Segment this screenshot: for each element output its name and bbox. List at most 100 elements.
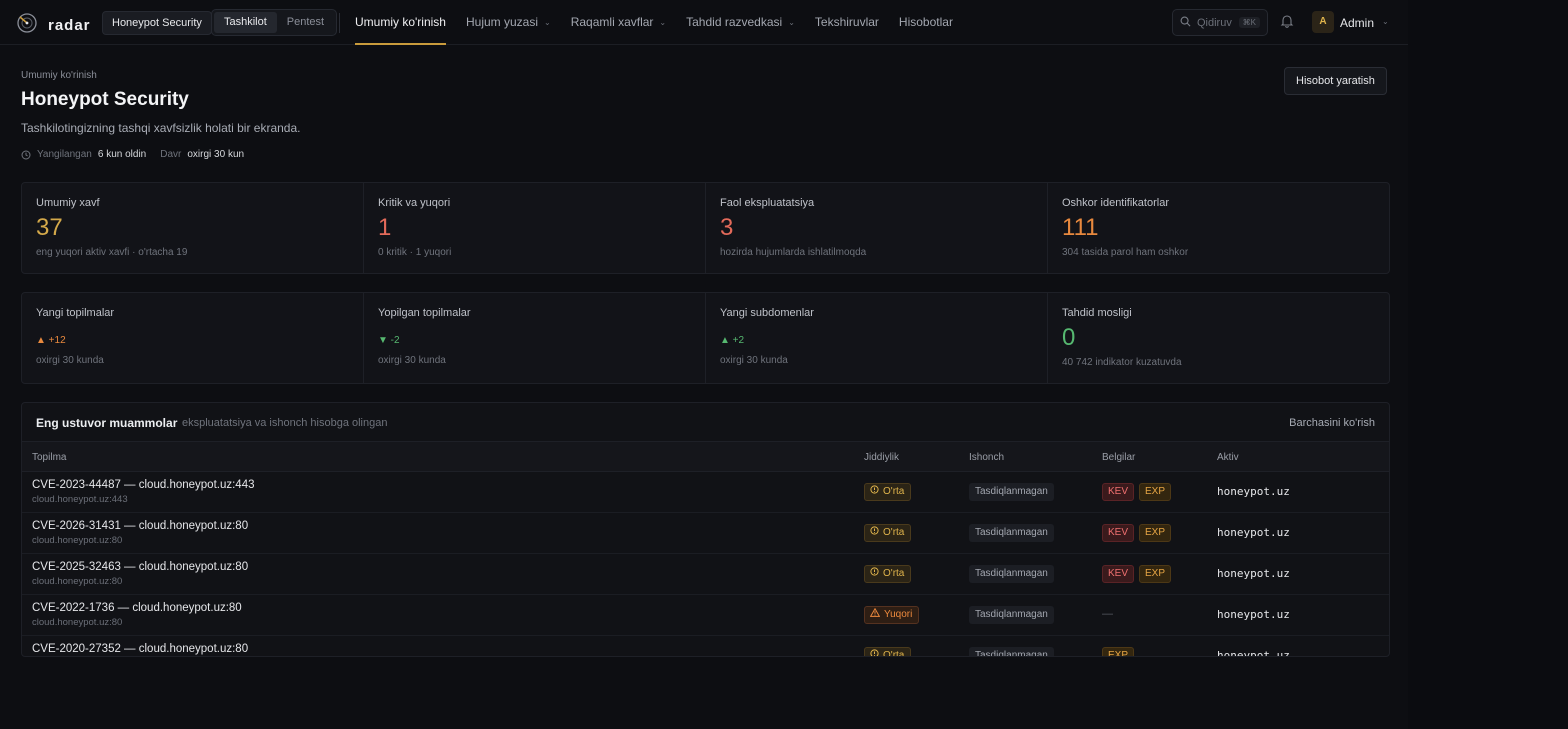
table-header: Topilma Jiddiylik Ishonch Belgilar Aktiv: [22, 442, 1389, 472]
stat-card[interactable]: Umumiy xavf 37 eng yuqori aktiv xavfi · o'…: [22, 183, 364, 273]
asset-name[interactable]: honeypot.uz: [1217, 608, 1290, 621]
stat-label: Yangi subdomenlar: [720, 307, 814, 319]
alert-circle-icon: [870, 484, 883, 500]
clock-icon: [21, 150, 31, 159]
severity-badge: O'rta: [864, 647, 912, 657]
severity-label: O'rta: [883, 486, 905, 497]
no-tags: —: [1102, 608, 1113, 620]
create-report-button[interactable]: Hisobot yaratish: [1284, 67, 1387, 95]
nav-item[interactable]: Umumiy ko'rinish: [355, 0, 446, 45]
asset-name[interactable]: honeypot.uz: [1217, 649, 1290, 656]
view-all-link[interactable]: Barchasini ko'rish: [1289, 417, 1375, 429]
table-row[interactable]: CVE-2023-44487 — cloud.honeypot.uz:443 cl…: [22, 472, 1389, 513]
stat-value: 111: [1062, 214, 1099, 241]
mode-pentest[interactable]: Pentest: [277, 12, 334, 33]
finding-title[interactable]: CVE-2025-32463 — cloud.honeypot.uz:80: [32, 561, 248, 573]
table-row[interactable]: CVE-2026-31431 — cloud.honeypot.uz:80 clo…: [22, 513, 1389, 554]
severity-label: Yuqori: [884, 609, 913, 620]
nav-divider: [339, 13, 340, 33]
finding-title[interactable]: CVE-2026-31431 — cloud.honeypot.uz:80: [32, 520, 248, 532]
severity-label: O'rta: [883, 650, 905, 657]
finding-title[interactable]: CVE-2023-44487 — cloud.honeypot.uz:443: [32, 479, 255, 491]
nav-item[interactable]: Raqamli xavflar ⌄: [571, 0, 666, 45]
stat-subtext: 40 742 indikator kuzatuvda: [1062, 357, 1182, 368]
stat-label: Yopilgan topilmalar: [378, 307, 471, 319]
stat-value: 0: [1062, 324, 1076, 351]
panel-title: Eng ustuvor muammolar: [36, 416, 178, 430]
stat-card[interactable]: Faol ekspluatatsiya 3 hozirda hujumlarda i…: [706, 183, 1048, 273]
tag-exp: EXP: [1139, 524, 1172, 542]
stat-card[interactable]: Yangi subdomenlar ▲ +2 oxirgi 30 kunda: [706, 293, 1048, 383]
stat-label: Umumiy xavf: [36, 197, 100, 209]
stat-value: 37: [36, 214, 63, 241]
brand-name: radar: [48, 17, 91, 34]
tag-list: KEV EXP: [1102, 524, 1176, 542]
breadcrumb[interactable]: Umumiy ko'rinish: [21, 70, 97, 81]
nav-item[interactable]: Hujum yuzasi ⌄: [466, 0, 551, 45]
stat-card[interactable]: Oshkor identifikatorlar 111 304 tasida par…: [1048, 183, 1389, 273]
finding-host: cloud.honeypot.uz:80: [32, 535, 123, 546]
stat-subtext: oxirgi 30 kunda: [378, 355, 446, 366]
severity-badge: O'rta: [864, 565, 912, 583]
period-value: oxirgi 30 kun: [187, 149, 245, 160]
asset-name[interactable]: honeypot.uz: [1217, 526, 1290, 539]
severity-badge: O'rta: [864, 524, 912, 542]
stat-card[interactable]: Tahdid mosligi 0 40 742 indikator kuzatuvd…: [1048, 293, 1389, 383]
stat-label: Kritik va yuqori: [378, 197, 451, 209]
table-row[interactable]: CVE-2022-1736 — cloud.honeypot.uz:80 clou…: [22, 595, 1389, 636]
finding-host: cloud.honeypot.uz:443: [32, 494, 128, 505]
nav-item[interactable]: Hisobotlar: [899, 0, 953, 45]
nav-item-label: Hujum yuzasi: [465, 15, 539, 29]
nav-item[interactable]: Tahdid razvedkasi ⌄: [686, 0, 795, 45]
nav-item-label: Raqamli xavflar: [570, 15, 654, 29]
tag-exp: EXP: [1102, 647, 1135, 656]
col-severity[interactable]: Jiddiylik: [864, 452, 899, 463]
asset-name[interactable]: honeypot.uz: [1217, 485, 1290, 498]
nav-item[interactable]: Tekshiruvlar: [815, 0, 879, 45]
stat-card[interactable]: Yangi topilmalar ▲ +12 oxirgi 30 kunda: [22, 293, 364, 383]
table-row[interactable]: CVE-2025-32463 — cloud.honeypot.uz:80 clo…: [22, 554, 1389, 595]
finding-title[interactable]: CVE-2022-1736 — cloud.honeypot.uz:80: [32, 602, 242, 614]
tag-list: KEV EXP: [1102, 565, 1176, 583]
col-tags[interactable]: Belgilar: [1102, 452, 1135, 463]
org-selector[interactable]: Honeypot Security: [102, 11, 212, 35]
stat-card[interactable]: Yopilgan topilmalar ▼ -2 oxirgi 30 kunda: [364, 293, 706, 383]
alert-circle-icon: [870, 648, 883, 656]
col-asset[interactable]: Aktiv: [1217, 452, 1239, 463]
nav-item-label: Umumiy ko'rinish: [355, 15, 446, 29]
tag-exp: EXP: [1139, 483, 1172, 501]
table-row[interactable]: CVE-2020-27352 — cloud.honeypot.uz:80clo…: [22, 636, 1389, 657]
confidence-badge: Tasdiqlanmagan: [969, 565, 1054, 583]
nav-item-label: Hisobotlar: [898, 15, 953, 29]
avatar[interactable]: A: [1312, 11, 1334, 33]
warning-icon: [869, 607, 884, 623]
user-name[interactable]: Admin: [1340, 16, 1374, 30]
tag-kev: KEV: [1102, 483, 1135, 501]
finding-title[interactable]: CVE-2020-27352 — cloud.honeypot.uz:80: [32, 643, 248, 655]
finding-host: cloud.honeypot.uz:80: [32, 576, 123, 587]
col-confidence[interactable]: Ishonch: [969, 452, 1004, 463]
chevron-down-icon[interactable]: ⌄: [1382, 17, 1389, 26]
severity-label: O'rta: [883, 568, 905, 579]
stat-subtext: oxirgi 30 kunda: [36, 355, 104, 366]
stat-card[interactable]: Kritik va yuqori 1 0 kritik · 1 yuqori: [364, 183, 706, 273]
search-icon: [1180, 14, 1191, 32]
confidence-badge: Tasdiqlanmagan: [969, 606, 1054, 624]
col-finding[interactable]: Topilma: [32, 452, 66, 463]
period-label: Davr: [160, 149, 182, 160]
stat-subtext: 0 kritik · 1 yuqori: [378, 247, 452, 258]
alert-circle-icon: [870, 525, 883, 541]
mode-tashkilot[interactable]: Tashkilot: [214, 12, 277, 33]
priority-issues-panel: Eng ustuvor muammolar ekspluatatsiya va …: [21, 402, 1390, 657]
chevron-down-icon: ⌄: [788, 18, 795, 27]
top-navbar: radar Honeypot Security Tashkilot Pentes…: [0, 0, 1408, 45]
search-box[interactable]: Qidiruv ⌘K: [1172, 9, 1268, 36]
alert-circle-icon: [870, 566, 883, 582]
stat-delta: ▼ -2: [378, 335, 400, 346]
stat-delta: ▲ +2: [720, 335, 745, 346]
logo[interactable]: radar: [16, 12, 91, 39]
tag-exp: EXP: [1139, 565, 1172, 583]
stat-value: 3: [720, 214, 734, 241]
asset-name[interactable]: honeypot.uz: [1217, 567, 1290, 580]
bell-icon[interactable]: [1280, 14, 1296, 30]
